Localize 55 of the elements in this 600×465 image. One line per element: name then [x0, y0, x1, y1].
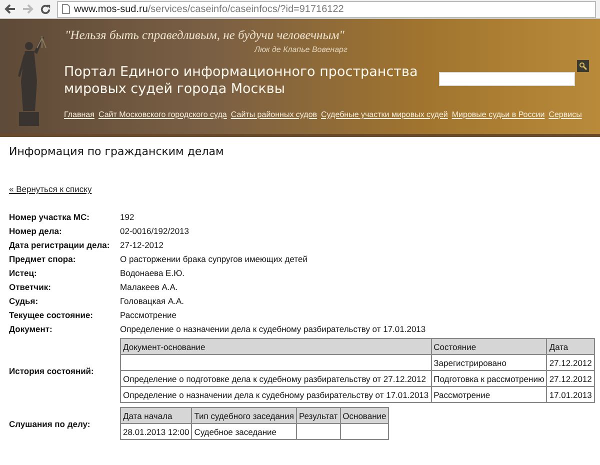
- search-field[interactable]: [439, 72, 575, 86]
- url-text: www.mos-sud.ru/services/caseinfo/caseinfocs/?id=91716122: [74, 4, 344, 14]
- field-label: Номер участка МС:: [9, 212, 90, 222]
- quote-text: "Нельзя быть справедливым, не будучи человечным": [64, 27, 346, 43]
- field-value: Головацкая А.А.: [120, 296, 184, 306]
- field-value: 192: [120, 212, 134, 222]
- field-label: Слушания по делу:: [9, 418, 90, 428]
- field-label: Номер дела:: [9, 226, 62, 236]
- table-cell: 28.01.2013 12:00: [120, 424, 192, 440]
- field-value: Рассмотрение: [120, 310, 177, 320]
- field-label: Истец:: [9, 268, 37, 278]
- address-bar[interactable]: www.mos-sud.ru/services/caseinfo/caseinfocs/?id=91716122: [57, 0, 596, 18]
- table-cell: 27.12.2012: [546, 354, 594, 370]
- field-label: Документ:: [9, 324, 52, 334]
- table-cell: Определение о назначении дела к судебному разбирательству от 17.01.2013: [120, 386, 432, 402]
- field-value: Малакеев А.А.: [120, 282, 178, 292]
- column-header: Дата: [546, 338, 594, 354]
- field-label: История состояний:: [9, 366, 94, 376]
- field-value: 27-12-2012: [120, 240, 164, 250]
- nav-link[interactable]: Судебные участки мировых судей: [321, 110, 448, 119]
- back-icon[interactable]: [4, 4, 16, 14]
- nav-link[interactable]: Сайт Московского городского суда: [98, 110, 227, 119]
- page-title: Информация по гражданским делам: [9, 145, 225, 158]
- field-value: Водонаева Е.Ю.: [120, 268, 185, 278]
- search-button[interactable]: [577, 60, 589, 72]
- column-header: Основание: [340, 408, 389, 424]
- field-label: Предмет спора:: [9, 254, 76, 264]
- nav-link[interactable]: Сайты районных судов: [230, 110, 318, 119]
- field-label: Ответчик:: [9, 282, 51, 292]
- field-label: Текущее состояние:: [9, 310, 94, 320]
- back-link[interactable]: « Вернуться к списку: [9, 184, 92, 194]
- field-label: Судья:: [9, 296, 38, 306]
- search-icon: [579, 62, 587, 70]
- column-header: Документ-основание: [120, 338, 432, 354]
- column-header: Состояние: [431, 338, 547, 354]
- column-header: Тип судебного заседания: [192, 408, 296, 424]
- column-header: Дата начала: [120, 408, 192, 424]
- nav-link[interactable]: Главная: [64, 110, 94, 119]
- field-value: Определение о назначении дела к судебному разбирательству от 17.01.2013: [120, 324, 426, 334]
- table-cell: Определение о подготовке дела к судебному разбирательству от 27.12.2012: [120, 370, 432, 386]
- table-cell: Зарегистрировано: [431, 354, 547, 370]
- reload-icon[interactable]: [40, 4, 51, 14]
- column-header: Результат: [296, 408, 340, 424]
- table-cell: Подготовка к рассмотрению: [431, 370, 547, 386]
- field-value: О расторжении брака супругов имеющих детей: [120, 254, 308, 264]
- nav-link[interactable]: Мировые судьи в России: [452, 110, 545, 119]
- portal-title: Портал Единого информационного пространства мировых судей города Москвы: [64, 64, 419, 98]
- table-cell: 17.01.2013: [546, 386, 594, 402]
- field-label: Дата регистрации дела:: [9, 240, 110, 250]
- table-cell: Рассмотрение: [431, 386, 547, 402]
- quote-author: Люк де Клапье Вовенарг: [254, 45, 348, 54]
- field-value: 02-0016/192/2013: [120, 226, 190, 236]
- page-icon: [62, 4, 70, 14]
- table-cell: Судебное заседание: [192, 424, 296, 440]
- table-cell: 27.12.2012: [546, 370, 594, 386]
